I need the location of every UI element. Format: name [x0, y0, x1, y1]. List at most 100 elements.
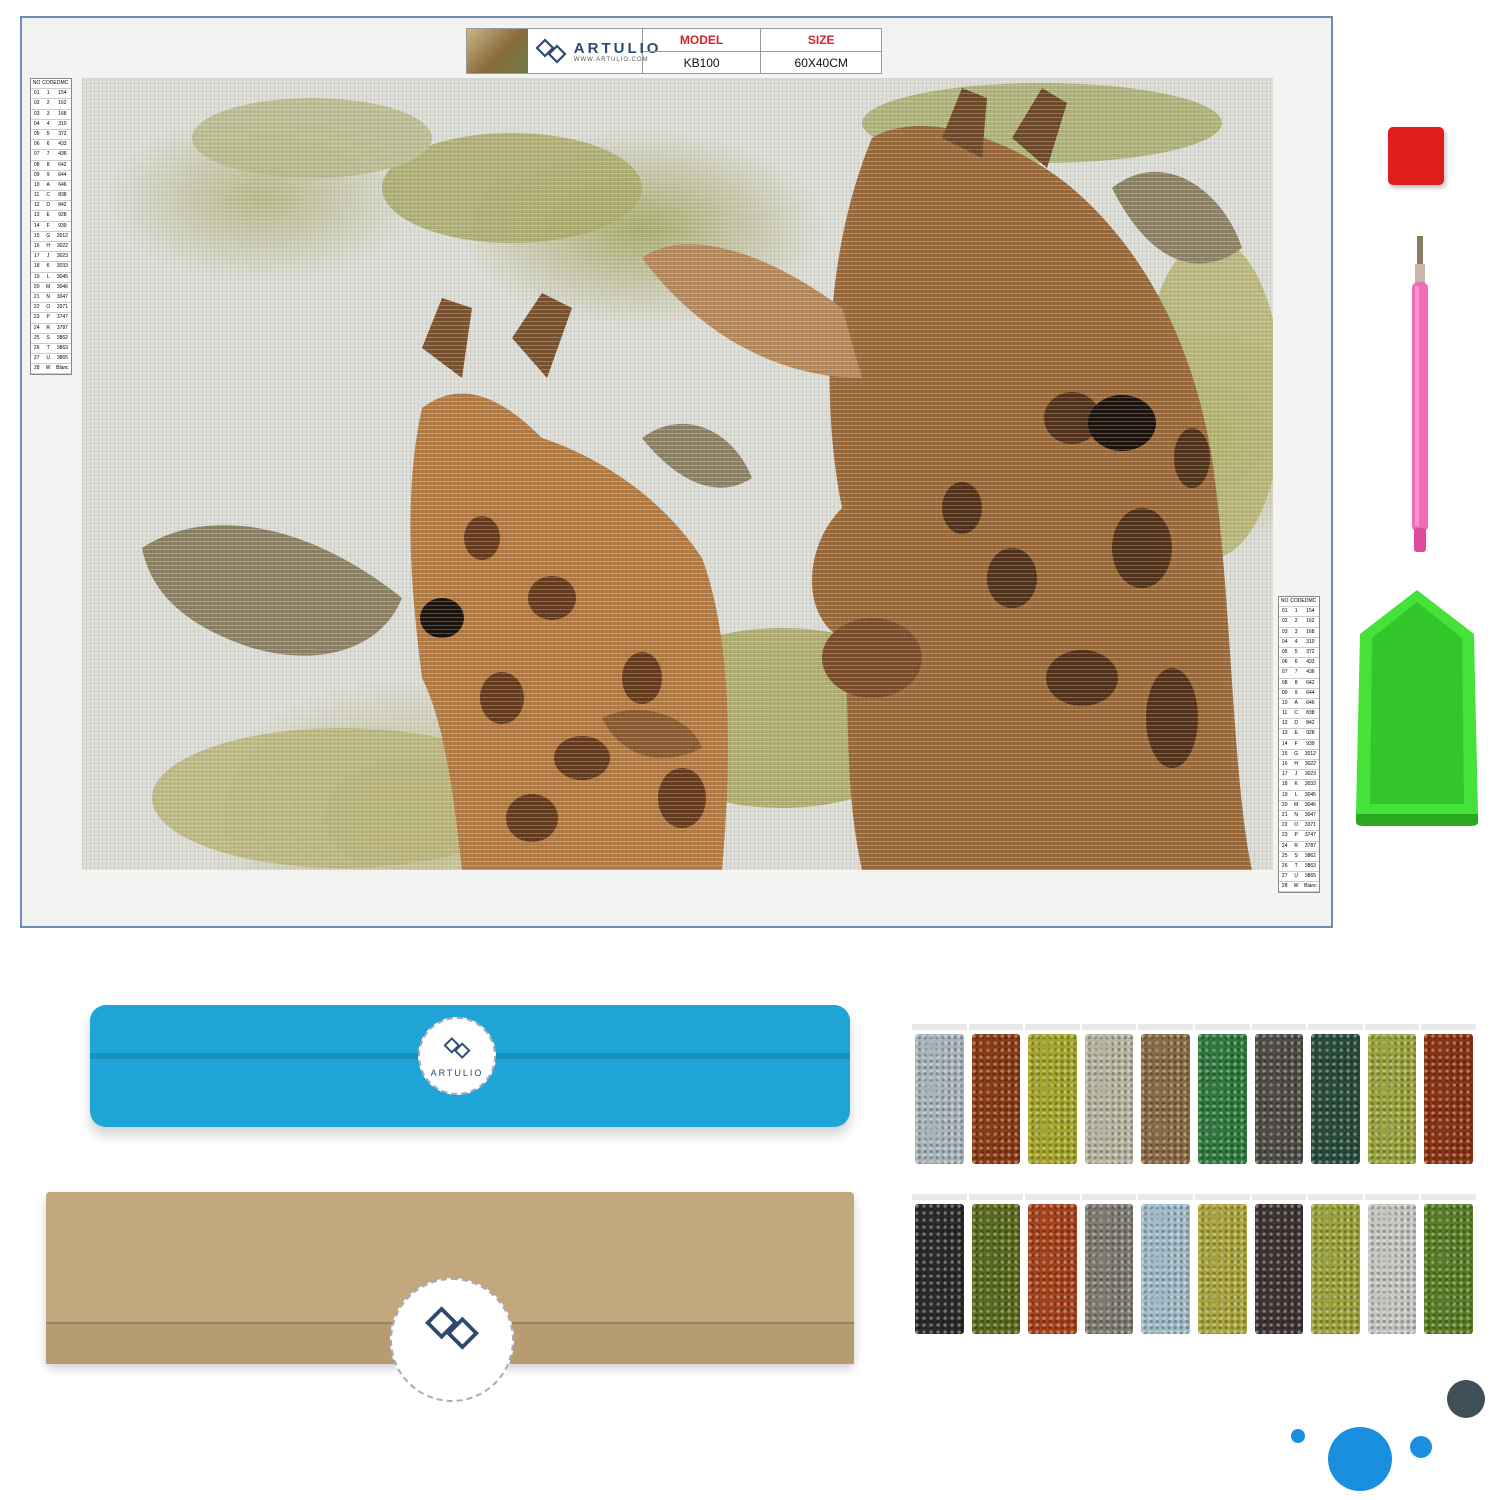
legend-cell: 3012 [56, 232, 68, 239]
diamond-fill [1367, 1034, 1417, 1164]
legend-cell: 10 [33, 181, 40, 188]
legend-header: NO CODE DMC [31, 79, 71, 90]
legend-cell: 6 [46, 141, 50, 148]
legend-cell: 7 [46, 151, 50, 158]
legend-cell: K [1294, 781, 1298, 788]
legend-cell: 433 [58, 141, 67, 148]
legend-cell: 06 [33, 141, 40, 148]
legend-header-cell: CODE [42, 80, 57, 86]
diamond-bag [1195, 1178, 1250, 1338]
legend-cell: 3012 [1304, 750, 1316, 757]
legend-cell: U [1294, 873, 1298, 880]
legend-cell: 646 [58, 181, 67, 188]
diamond-fill [1424, 1034, 1473, 1164]
legend-cell: J [1294, 771, 1298, 778]
legend-cell: S [1294, 852, 1298, 859]
legend-cell: H [1294, 761, 1298, 767]
legend-cell: 23 [1281, 832, 1288, 839]
diamond-bag [1308, 1008, 1363, 1168]
legend-cell: 25 [1281, 852, 1288, 859]
legend-row: 24 R 3787 [1279, 842, 1319, 852]
diamond-fill [1198, 1034, 1247, 1164]
legend-cell: 24 [33, 324, 40, 331]
legend-row: 28 W Blanc [1279, 882, 1319, 893]
diamond-bag [1251, 1178, 1307, 1338]
diamond-bag [968, 1008, 1024, 1168]
model-label: MODEL [642, 29, 761, 52]
diamond-fill [1084, 1204, 1134, 1334]
legend-row: 11 C 838 [31, 191, 71, 202]
legend-cell: 310 [1306, 638, 1315, 645]
legend-cell: G [46, 232, 51, 239]
legend-cell: 939 [1306, 740, 1315, 747]
legend-cell: 02 [1281, 618, 1288, 625]
legend-row: 21 N 3047 [31, 293, 71, 304]
legend-row: 09 9 644 [31, 171, 71, 181]
legend-cell: 09 [1281, 689, 1288, 696]
legend-cell: F [1294, 740, 1298, 747]
legend-row: 14 F 939 [1279, 740, 1319, 750]
legend-cell: 3045 [1304, 791, 1316, 798]
legend-cell: 26 [1281, 862, 1288, 869]
legend-header-cell: NO [32, 80, 41, 86]
diamond-bag [912, 1008, 967, 1168]
diamond-fill [915, 1204, 964, 1334]
model-column: MODEL KB100 [642, 29, 762, 73]
legend-cell: 17 [1281, 771, 1288, 778]
size-column: SIZE 60X40CM [761, 29, 881, 73]
legend-cell: 8 [46, 161, 50, 168]
legend-cell: 09 [33, 171, 40, 178]
legend-cell: L [1294, 791, 1298, 798]
legend-cell: Blanc [1304, 883, 1317, 890]
diamond-fill [1254, 1034, 1304, 1164]
legend-cell: 168 [1306, 628, 1315, 635]
legend-cell: N [46, 293, 50, 300]
canvas-tube: ARTULIO [90, 1005, 850, 1127]
legend-cell: 27 [1281, 873, 1288, 880]
diamond-fill [1198, 1204, 1247, 1334]
legend-cell: 3047 [1304, 811, 1316, 818]
legend-cell: 4 [46, 120, 50, 127]
legend-cell: 3747 [1304, 832, 1316, 839]
legend-cell: 16 [33, 243, 40, 249]
legend-cell: 08 [1281, 679, 1288, 686]
legend-cell: M [46, 283, 51, 290]
legend-cell: 162 [1306, 618, 1315, 625]
legend-cell: 16 [1281, 761, 1288, 767]
legend-cell: 07 [1281, 669, 1288, 676]
legend-cell: 3863 [1304, 862, 1316, 869]
diamond-fill [1028, 1204, 1077, 1334]
diamond-bag [1364, 1008, 1420, 1168]
legend-row: 04 4 310 [31, 120, 71, 130]
legend-cell: 3865 [56, 355, 68, 362]
legend-row: 28 W Blanc [31, 364, 71, 375]
size-value: 60X40CM [794, 56, 848, 70]
legend-row: 23 P 3747 [1279, 831, 1319, 842]
diamond-bag [1308, 1178, 1363, 1338]
legend-cell: 7 [1294, 669, 1298, 676]
legend-row: 02 2 162 [31, 99, 71, 110]
legend-row: 22 O 3371 [1279, 821, 1319, 832]
legend-row: 13 E 928 [31, 211, 71, 222]
diamond-fill [1311, 1034, 1360, 1164]
legend-cell: 3747 [56, 314, 68, 321]
legend-cell: W [1293, 883, 1299, 890]
legend-cell: 3046 [1304, 801, 1316, 808]
model-value: KB100 [683, 56, 720, 70]
legend-row: 27 U 3865 [1279, 872, 1319, 883]
legend-cell: 22 [33, 304, 40, 311]
legend-row: 20 M 3046 [31, 283, 71, 293]
giraffe-artwork [82, 78, 1273, 870]
legend-row: 16 H 3022 [1279, 760, 1319, 771]
legend-cell: 3045 [56, 273, 68, 280]
legend-row: 12 D 842 [1279, 719, 1319, 730]
legend-cell: 20 [1281, 801, 1288, 808]
legend-cell: 4 [1294, 638, 1298, 645]
decor-dot-small [1291, 1429, 1305, 1443]
legend-cell: J [46, 253, 50, 260]
legend-row: 17 J 3023 [31, 252, 71, 263]
diamond-fill [1424, 1204, 1473, 1334]
legend-cell: 28 [33, 365, 40, 372]
diamond-fill [1084, 1034, 1134, 1164]
legend-cell: E [1294, 730, 1298, 737]
